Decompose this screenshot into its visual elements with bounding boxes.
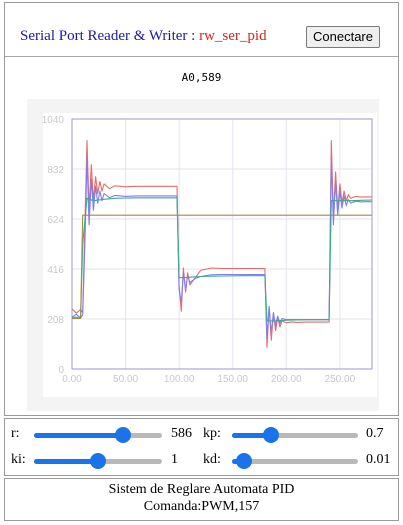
kd-slider-thumb[interactable] xyxy=(236,453,253,469)
kp-slider-thumb[interactable] xyxy=(262,427,279,443)
chart-area: 0 208 416 624 832 1040 0.00 50.00 100.00 150.00 20… xyxy=(27,99,379,411)
x-tick-label: 150.00 xyxy=(217,374,248,385)
page-title: Serial Port Reader & Writer : rw_ser_pid xyxy=(20,28,267,45)
r-label: r: xyxy=(11,426,20,441)
x-tick-label: 100.00 xyxy=(164,374,195,385)
x-tick-label: 200.00 xyxy=(271,374,302,385)
ki-label: ki: xyxy=(11,452,26,467)
control-row-top: r: 586 kp: 0.7 xyxy=(5,425,398,447)
kp-slider[interactable] xyxy=(232,427,358,443)
header-bar: Serial Port Reader & Writer : rw_ser_pid… xyxy=(5,3,398,57)
line-chart: 020841662483210400.00 50.00 100.00 150.00 20… xyxy=(42,113,377,397)
ki-slider-fill xyxy=(34,459,98,464)
r-slider-thumb[interactable] xyxy=(114,427,131,443)
r-slider[interactable] xyxy=(34,427,162,443)
kp-label: kp: xyxy=(203,426,221,441)
kp-value: 0.7 xyxy=(366,426,384,441)
plot-background xyxy=(43,113,377,397)
x-tick-label: 250.00 xyxy=(325,374,356,385)
y-tick-label: 416 xyxy=(47,265,64,276)
r-slider-fill xyxy=(34,433,123,438)
x-tick-label: 50.00 xyxy=(113,374,138,385)
x-tick-label: 0.00 xyxy=(62,374,82,385)
ki-slider[interactable] xyxy=(34,453,162,469)
ki-value: 1 xyxy=(171,452,178,467)
r-value: 586 xyxy=(171,426,192,441)
title-text: Serial Port Reader & Writer : xyxy=(20,28,200,44)
command-text: Comanda:PWM,157 xyxy=(143,499,260,514)
kd-label: kd: xyxy=(203,452,221,467)
y-tick-label: 208 xyxy=(47,315,64,326)
connect-button[interactable]: Conectare xyxy=(306,26,380,48)
system-title: Sistem de Reglare Automata PID xyxy=(108,482,295,497)
y-tick-label: 624 xyxy=(47,215,64,226)
port-name: rw_ser_pid xyxy=(199,28,267,44)
main-panel: Serial Port Reader & Writer : rw_ser_pid… xyxy=(4,2,399,416)
control-row-bottom: ki: 1 kd: 0.01 xyxy=(5,451,398,473)
ki-slider-thumb[interactable] xyxy=(90,453,106,469)
y-tick-label: 1040 xyxy=(42,115,65,126)
received-data-line: A0,589 xyxy=(181,71,222,84)
y-tick-label: 832 xyxy=(47,165,64,176)
controls-panel: r: 586 kp: 0.7 ki: 1 kd: 0.01 xyxy=(4,418,399,476)
kd-value: 0.01 xyxy=(366,452,391,467)
status-panel: Sistem de Reglare Automata PID Comanda:P… xyxy=(4,478,399,521)
kd-slider[interactable] xyxy=(232,453,358,469)
